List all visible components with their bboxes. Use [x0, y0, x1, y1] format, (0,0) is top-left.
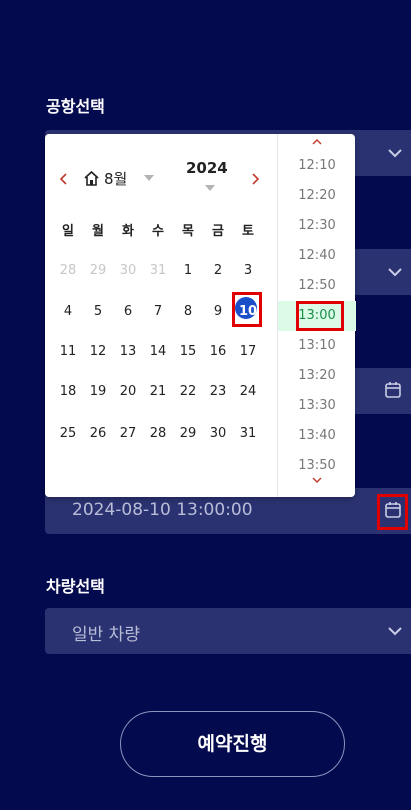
day-cell[interactable]: 26 [83, 426, 113, 441]
selected-day-highlight [232, 292, 262, 327]
weekday-label: 목 [182, 224, 194, 239]
time-panel: 12:10 12:20 12:30 12:40 12:50 13:00 13:10 13:20… [277, 134, 356, 497]
next-month-icon[interactable] [248, 170, 262, 188]
day-cell[interactable]: 1 [173, 263, 203, 278]
day-cell[interactable]: 2 [203, 263, 233, 278]
day-cell[interactable]: 19 [83, 384, 113, 399]
day-cell[interactable]: 4 [53, 304, 83, 319]
day-cell[interactable]: 25 [53, 426, 83, 441]
day-cell[interactable]: 13 [113, 344, 143, 359]
time-option[interactable]: 13:30 [278, 398, 356, 413]
home-icon[interactable] [83, 170, 100, 187]
weekday-label: 수 [152, 224, 164, 239]
day-cell[interactable]: 11 [53, 344, 83, 359]
calendar-icon-highlight [377, 494, 408, 530]
day-cell[interactable]: 28 [53, 263, 83, 278]
day-cell[interactable]: 21 [143, 384, 173, 399]
time-option[interactable]: 13:10 [278, 338, 356, 353]
day-cell[interactable]: 28 [143, 426, 173, 441]
day-cell[interactable]: 18 [53, 384, 83, 399]
day-cell[interactable]: 16 [203, 344, 233, 359]
day-cell[interactable]: 30 [203, 426, 233, 441]
day-cell[interactable]: 12 [83, 344, 113, 359]
day-cell[interactable]: 17 [233, 344, 263, 359]
calendar-icon[interactable] [384, 381, 402, 399]
day-cell[interactable]: 29 [83, 263, 113, 278]
time-option[interactable]: 13:40 [278, 428, 356, 443]
time-option[interactable]: 12:30 [278, 218, 356, 233]
day-cell[interactable]: 14 [143, 344, 173, 359]
day-cell[interactable]: 24 [233, 384, 263, 399]
day-cell[interactable]: 31 [143, 263, 173, 278]
caret-down-icon [205, 185, 215, 191]
day-cell[interactable]: 3 [233, 263, 263, 278]
scroll-up-icon[interactable] [311, 137, 323, 147]
day-cell[interactable]: 8 [173, 304, 203, 319]
day-cell[interactable]: 6 [113, 304, 143, 319]
day-cell[interactable]: 7 [143, 304, 173, 319]
day-cell[interactable]: 23 [203, 384, 233, 399]
selected-time-highlight [296, 301, 344, 331]
prev-month-icon[interactable] [57, 170, 71, 188]
scroll-down-icon[interactable] [311, 475, 323, 485]
weekday-label: 금 [212, 224, 224, 239]
chevron-down-icon [388, 149, 402, 158]
weekday-label: 일 [62, 224, 74, 239]
time-option[interactable]: 12:40 [278, 248, 356, 263]
time-option[interactable]: 13:20 [278, 368, 356, 383]
weekday-label: 토 [242, 224, 254, 239]
chevron-down-icon [388, 627, 402, 636]
time-option[interactable]: 13:50 [278, 458, 356, 473]
time-option[interactable]: 12:10 [278, 158, 356, 173]
vehicle-value: 일반 차량 [72, 625, 140, 645]
vehicle-select[interactable]: 일반 차량 [45, 608, 411, 654]
time-option[interactable]: 12:50 [278, 278, 356, 293]
chevron-down-icon [388, 268, 402, 277]
vehicle-section-label: 차량선택 [46, 577, 105, 596]
day-cell[interactable]: 9 [203, 304, 233, 319]
year-select[interactable]: 2024 [186, 159, 228, 177]
month-select[interactable]: 8월 [104, 168, 127, 189]
day-cell[interactable]: 30 [113, 263, 143, 278]
airport-section-label: 공항선택 [46, 97, 105, 116]
caret-down-icon [144, 175, 154, 181]
day-cell[interactable]: 5 [83, 304, 113, 319]
day-cell[interactable]: 27 [113, 426, 143, 441]
reserve-button[interactable]: 예약진행 [120, 711, 345, 777]
day-cell[interactable]: 20 [113, 384, 143, 399]
day-cell[interactable]: 31 [233, 426, 263, 441]
day-cell[interactable]: 15 [173, 344, 203, 359]
datetime-value: 2024-08-10 13:00:00 [72, 500, 253, 520]
weekday-label: 화 [122, 224, 134, 239]
weekday-label: 월 [92, 224, 104, 239]
time-option[interactable]: 12:20 [278, 188, 356, 203]
day-cell[interactable]: 22 [173, 384, 203, 399]
datetime-picker-popup: 8월 2024 일월화수목금토 28 29 30 31 1 2 3 4 5 6 7 8 9 10 11 12 1… [45, 134, 356, 497]
date-panel: 8월 2024 일월화수목금토 28 29 30 31 1 2 3 4 5 6 7 8 9 10 11 12 1… [45, 134, 277, 497]
day-cell[interactable]: 29 [173, 426, 203, 441]
